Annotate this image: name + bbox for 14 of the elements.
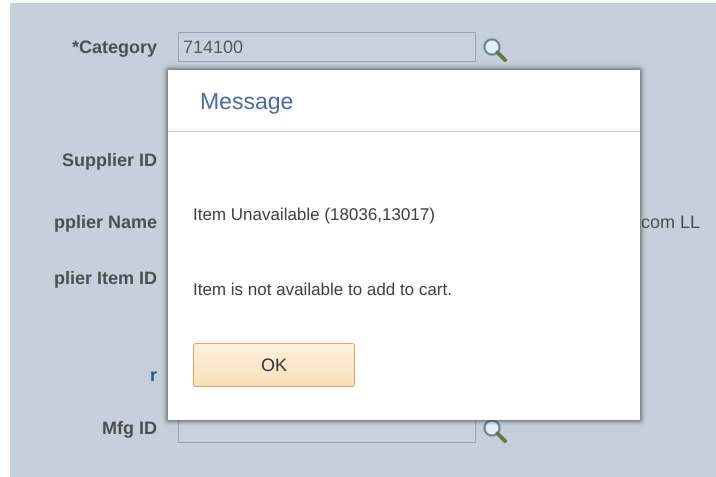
- message-text: Item is not available to add to cart.: [193, 280, 452, 300]
- search-icon[interactable]: [482, 37, 508, 63]
- field-label: Mfg ID: [102, 418, 157, 438]
- dialog-title: Message: [200, 88, 294, 114]
- search-icon[interactable]: [482, 418, 508, 444]
- ok-button[interactable]: OK: [193, 343, 355, 387]
- field-value: com LL: [641, 212, 700, 232]
- field-label: Supplier ID: [62, 150, 157, 170]
- input-field[interactable]: 714100: [178, 32, 476, 62]
- field-label: plier Item ID: [54, 268, 157, 288]
- message-text: Item Unavailable (18036,13017): [193, 205, 435, 225]
- field-label: *Category: [72, 36, 157, 58]
- section-heading: r: [150, 364, 157, 386]
- field-label: pplier Name: [54, 212, 157, 232]
